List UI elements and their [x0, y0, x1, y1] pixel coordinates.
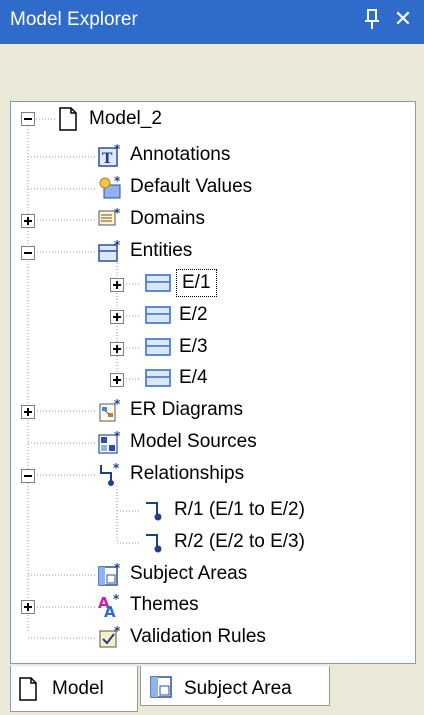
tree-node-label: R/1 (E/1 to E/2) — [174, 499, 305, 520]
tree-node-label: Entities — [130, 240, 193, 261]
relationship-icon — [143, 497, 169, 523]
document-icon — [55, 106, 81, 132]
svg-text:*: * — [114, 206, 121, 220]
svg-text:*: * — [114, 561, 121, 575]
tree-node-er-diagrams[interactable]: * ER Diagrams — [21, 397, 401, 429]
tree-node-relationship-r2[interactable]: R/2 (E/2 to E/3) — [143, 529, 403, 561]
tab-label: Model — [52, 678, 104, 699]
tree-node-label: Default Values — [130, 176, 253, 197]
domains-icon: * — [97, 206, 123, 232]
tree-node-label: Annotations — [130, 144, 231, 165]
tree-node-entity-e2[interactable]: E/2 — [110, 302, 400, 334]
tree-node-entity-e3[interactable]: E/3 — [110, 334, 400, 366]
tree-node-default-values[interactable]: * Default Values — [97, 174, 397, 206]
svg-text:T: T — [102, 151, 113, 167]
svg-text:*: * — [114, 624, 121, 638]
document-icon — [15, 676, 41, 702]
title-bar[interactable]: Model Explorer ✕ — [0, 0, 424, 44]
toolbar — [0, 44, 424, 99]
expand-toggle[interactable] — [110, 278, 124, 292]
tree-node-label: ER Diagrams — [130, 399, 243, 420]
tab-label: Subject Area — [184, 678, 292, 699]
er-diagrams-icon: * — [97, 397, 123, 423]
relationship-icon — [143, 529, 169, 555]
entities-icon: * — [97, 238, 123, 264]
svg-text:*: * — [113, 592, 120, 606]
relationships-icon: * — [97, 461, 123, 487]
window-title: Model Explorer — [10, 9, 138, 30]
collapse-toggle[interactable] — [21, 246, 35, 260]
tree-node-label: Relationships — [130, 463, 245, 484]
expand-toggle[interactable] — [21, 405, 35, 419]
pin-icon[interactable] — [362, 7, 382, 31]
tree-node-label: Subject Areas — [130, 563, 248, 584]
tree-node-domains[interactable]: * Domains — [21, 206, 401, 238]
tree-node-model-sources[interactable]: * Model Sources — [97, 429, 397, 461]
expand-toggle[interactable] — [110, 373, 124, 387]
tree-node-label: Domains — [130, 208, 205, 229]
svg-text:*: * — [114, 238, 121, 252]
tree-node-label: E/2 — [179, 304, 208, 325]
tree-node-relationships[interactable]: * Relationships — [21, 461, 401, 493]
tree-node-label: Validation Rules — [130, 626, 266, 647]
model-sources-icon: * — [97, 429, 123, 455]
entity-icon — [145, 334, 171, 360]
tree-node-model-2[interactable]: Model_2 — [21, 103, 401, 135]
svg-text:*: * — [114, 142, 121, 156]
tree-node-subject-areas[interactable]: * Subject Areas — [97, 561, 397, 593]
tree-node-entity-e4[interactable]: E/4 — [110, 365, 400, 397]
annotations-icon: T * — [97, 142, 123, 168]
tree-node-label: E/3 — [179, 336, 208, 357]
expand-toggle[interactable] — [110, 310, 124, 324]
tree-node-annotations[interactable]: T * Annotations — [97, 142, 397, 174]
themes-icon: A A * — [97, 592, 123, 621]
collapse-toggle[interactable] — [21, 112, 35, 126]
collapse-toggle[interactable] — [21, 469, 35, 483]
tree-node-label: E/1 — [176, 269, 217, 297]
tree-node-entity-e1[interactable]: E/1 — [110, 269, 400, 302]
svg-text:*: * — [114, 397, 121, 411]
svg-text:*: * — [113, 461, 120, 475]
entity-icon — [145, 365, 171, 391]
tree-node-label: R/2 (E/2 to E/3) — [174, 531, 305, 552]
svg-text:*: * — [114, 429, 121, 443]
svg-text:*: * — [114, 174, 121, 188]
model-explorer-panel: Model Explorer ✕ Model_2 T * Annotations… — [0, 0, 424, 715]
expand-toggle[interactable] — [110, 342, 124, 356]
tree-view[interactable]: Model_2 T * Annotations * Default Values… — [10, 101, 416, 664]
close-icon[interactable]: ✕ — [392, 6, 414, 32]
entity-icon — [145, 270, 171, 296]
validation-rules-icon: * — [97, 624, 123, 650]
subject-areas-icon: * — [97, 561, 123, 587]
tree-node-relationship-r1[interactable]: R/1 (E/1 to E/2) — [143, 497, 403, 529]
tab-strip: Model Subject Area — [0, 666, 424, 715]
tree-node-label: Model Sources — [130, 431, 257, 452]
tree-node-label: Model_2 — [89, 108, 162, 129]
tab-model[interactable]: Model — [10, 666, 138, 712]
default-values-icon: * — [97, 174, 123, 200]
entity-icon — [145, 302, 171, 328]
subject-area-icon — [149, 674, 175, 700]
expand-toggle[interactable] — [21, 214, 35, 228]
tree-node-entities[interactable]: * Entities — [21, 238, 401, 270]
tree-node-validation-rules[interactable]: * Validation Rules — [97, 624, 397, 656]
tree-node-label: Themes — [130, 594, 199, 615]
tree-node-label: E/4 — [179, 367, 208, 388]
expand-toggle[interactable] — [21, 600, 35, 614]
tree-node-themes[interactable]: A A * Themes — [21, 592, 401, 624]
tab-subject-area[interactable]: Subject Area — [140, 666, 330, 706]
